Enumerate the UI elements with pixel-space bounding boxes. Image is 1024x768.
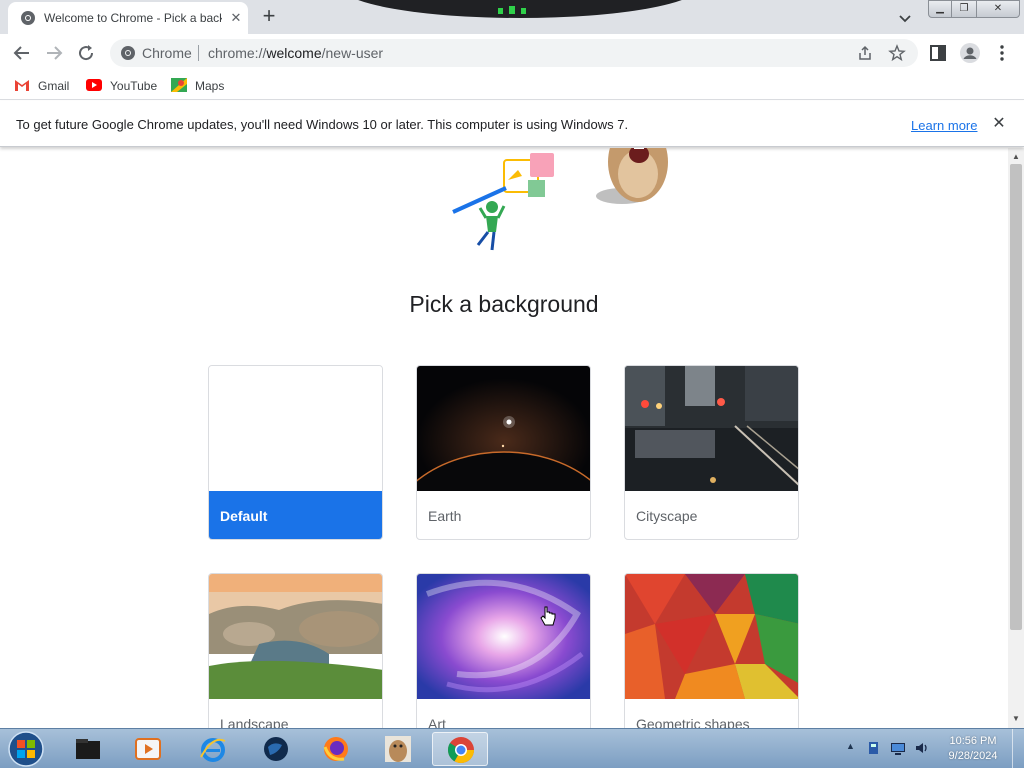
reload-icon[interactable] — [74, 41, 98, 65]
tab-title: Welcome to Chrome - Pick a background — [44, 11, 222, 25]
taskbar-app-chrome[interactable] — [432, 732, 488, 766]
chrome-icon — [447, 737, 475, 764]
taskbar-app-firefox[interactable] — [308, 732, 364, 766]
window-minimize-button[interactable]: ▁ — [928, 0, 952, 18]
background-label: Art — [428, 716, 446, 728]
taskbar-app-explorer[interactable] — [60, 732, 116, 766]
forward-arrow-icon[interactable] — [42, 41, 66, 65]
update-infobar: To get future Google Chrome updates, you… — [0, 101, 1024, 147]
default-thumbnail — [209, 366, 382, 491]
tab-close-icon[interactable]: ✕ — [226, 8, 246, 28]
background-label: Earth — [428, 508, 462, 524]
taskbar-app-internet-explorer[interactable] — [185, 732, 241, 766]
background-label: Default — [209, 491, 382, 539]
learn-more-link[interactable]: Learn more — [911, 118, 977, 133]
background-option-earth[interactable]: Earth — [416, 365, 591, 540]
tray-expand-icon[interactable]: ▲ — [846, 741, 855, 751]
bookmark-youtube[interactable]: YouTube — [86, 77, 157, 95]
side-panel-icon[interactable] — [926, 41, 950, 65]
bookmark-star-icon[interactable] — [888, 44, 906, 62]
show-desktop-button[interactable] — [1012, 729, 1024, 768]
globe-dark-icon — [264, 737, 288, 761]
background-label: Geometric shapes — [636, 716, 750, 728]
page-title: Pick a background — [409, 291, 599, 317]
site-chip-label: Chrome — [142, 45, 192, 61]
chrome-page-icon — [121, 46, 135, 60]
taskbar-app-earth-browser[interactable] — [248, 732, 304, 766]
desktop-gopher-mascot — [596, 148, 668, 204]
window-close-button[interactable]: ✕ — [976, 0, 1020, 18]
cityscape-thumbnail — [625, 366, 798, 491]
taskbar-app-media-player[interactable] — [120, 732, 176, 766]
tab-strip: Welcome to Chrome - Pick a background ✕ … — [0, 0, 1024, 34]
background-label: Cityscape — [636, 508, 698, 524]
chrome-favicon-icon — [21, 11, 35, 25]
landscape-thumbnail — [209, 574, 382, 699]
share-icon[interactable] — [856, 44, 874, 62]
scroll-down-icon[interactable]: ▼ — [1012, 714, 1020, 723]
taskbar-app-gopher[interactable] — [370, 732, 426, 766]
scroll-up-icon[interactable]: ▲ — [1012, 152, 1020, 161]
hand-cursor-icon — [540, 606, 556, 626]
painter-illustration — [452, 153, 554, 251]
bookmarks-bar: Gmail YouTube Maps — [0, 72, 1024, 100]
background-option-cityscape[interactable]: Cityscape — [624, 365, 799, 540]
background-option-landscape[interactable]: Landscape — [208, 573, 383, 728]
maps-icon — [171, 78, 187, 92]
profile-avatar-icon[interactable] — [958, 41, 982, 65]
bookmark-gmail[interactable]: Gmail — [14, 77, 69, 95]
earth-thumbnail — [417, 366, 590, 491]
tray-device-icon[interactable] — [866, 740, 882, 756]
gopher-icon — [385, 736, 411, 762]
media-player-icon — [135, 738, 161, 760]
gmail-icon — [15, 80, 29, 91]
gadget-lights-icon — [498, 6, 526, 14]
scroll-thumb[interactable] — [1010, 164, 1022, 630]
browser-toolbar: Chrome chrome://welcome/new-user — [0, 34, 1024, 72]
bookmark-maps[interactable]: Maps — [171, 77, 224, 95]
url-text[interactable]: chrome://welcome/new-user — [208, 45, 383, 61]
geometric-thumbnail — [625, 574, 798, 699]
back-arrow-icon[interactable] — [10, 41, 34, 65]
address-separator — [198, 45, 199, 61]
background-option-geometric[interactable]: Geometric shapes — [624, 573, 799, 728]
tray-volume-icon[interactable] — [914, 740, 930, 756]
system-clock[interactable]: 10:56 PM 9/28/2024 — [940, 734, 1006, 764]
background-option-art[interactable]: Art — [416, 573, 591, 728]
tab-search-chevron-icon[interactable] — [895, 8, 915, 28]
page-scrollbar[interactable]: ▲ ▼ — [1008, 148, 1024, 728]
firefox-icon — [323, 737, 348, 761]
internet-explorer-icon — [200, 738, 226, 762]
background-option-default[interactable]: Default — [208, 365, 383, 540]
clock-date: 9/28/2024 — [948, 750, 998, 762]
folder-dark-icon — [76, 739, 100, 759]
windows-taskbar: ▲ 10:56 PM 9/28/2024 — [0, 728, 1024, 768]
new-tab-button[interactable]: + — [256, 4, 282, 30]
tray-network-icon[interactable] — [890, 740, 906, 756]
window-restore-button[interactable]: ❐ — [951, 0, 977, 18]
art-thumbnail — [417, 574, 590, 699]
address-bar[interactable]: Chrome chrome://welcome/new-user — [110, 39, 918, 67]
windows-start-icon[interactable] — [6, 730, 46, 768]
welcome-page: Pick a background Default Earth Cityscap… — [0, 148, 1008, 728]
tab-welcome[interactable]: Welcome to Chrome - Pick a background ✕ — [8, 2, 248, 34]
infobar-message: To get future Google Chrome updates, you… — [16, 117, 629, 132]
youtube-icon — [86, 79, 102, 91]
kebab-menu-icon[interactable] — [990, 41, 1014, 65]
background-label: Landscape — [220, 716, 289, 728]
infobar-close-icon[interactable]: ✕ — [990, 115, 1008, 133]
clock-time: 10:56 PM — [949, 735, 997, 747]
